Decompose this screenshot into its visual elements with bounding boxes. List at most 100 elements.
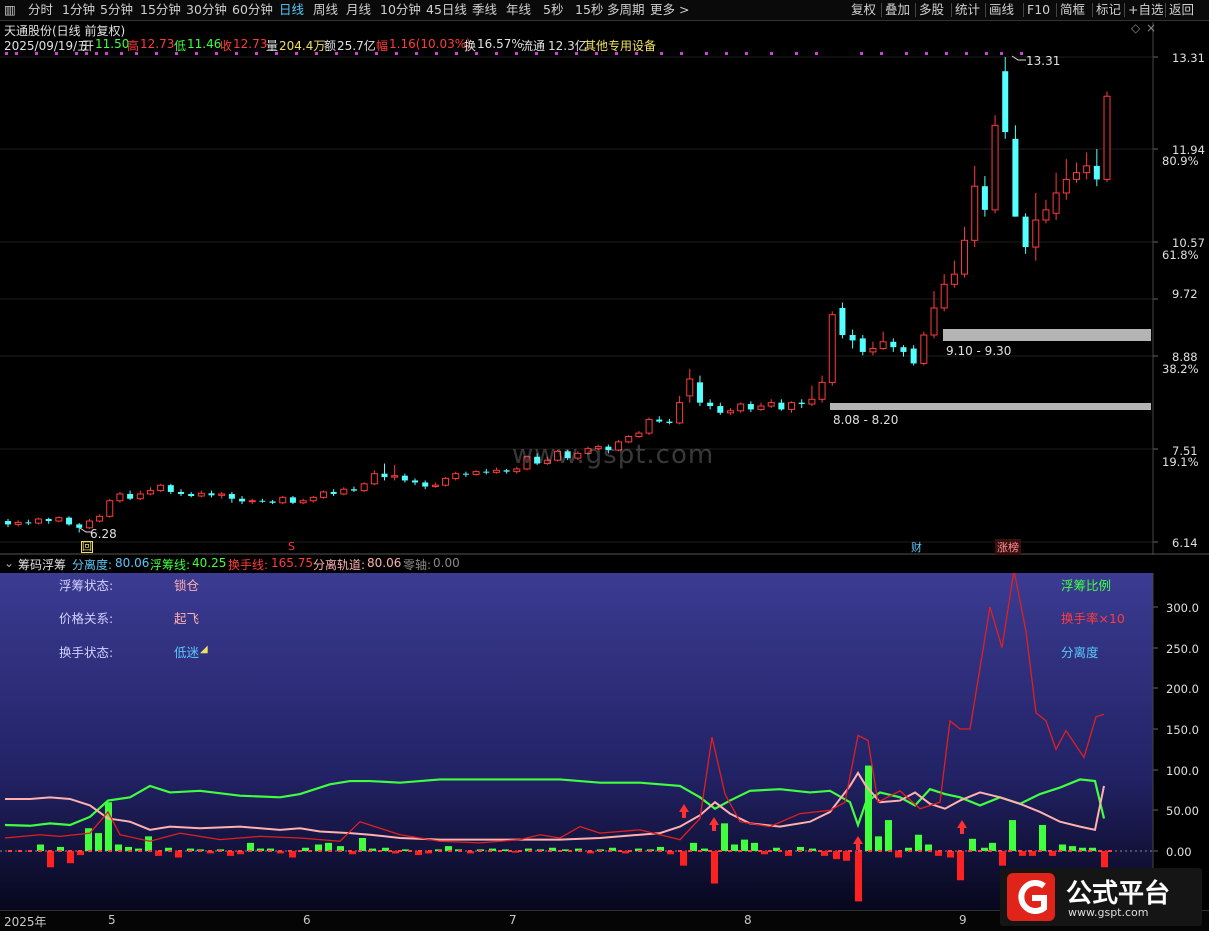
- candle-body-up: [472, 471, 480, 475]
- candle-body-up: [930, 307, 938, 336]
- bar-red: [711, 851, 718, 884]
- candle-body-down: [228, 493, 235, 499]
- candle-body-down: [381, 473, 388, 478]
- tool-button-7[interactable]: 标记: [1096, 0, 1121, 20]
- bar-red: [957, 851, 964, 881]
- toolbar-separator: [881, 3, 882, 17]
- change-label: 幅: [376, 39, 389, 53]
- period-tab-2[interactable]: 5分钟: [100, 0, 133, 20]
- zero-tick: [288, 850, 292, 852]
- candle-body-down: [839, 307, 846, 336]
- tool-button-4[interactable]: 画线: [989, 0, 1014, 20]
- open-value: 11.50: [95, 37, 130, 51]
- watermark-text: www.gspt.com: [512, 440, 715, 470]
- zero-tick: [548, 850, 552, 852]
- period-tab-9[interactable]: 10分钟: [380, 0, 421, 20]
- candle-body-down: [239, 498, 246, 502]
- zero-tick: [708, 850, 712, 852]
- low-value: 11.46: [187, 37, 222, 51]
- candle-body-up: [940, 283, 948, 309]
- zero-tick: [158, 850, 162, 852]
- candle-body-up: [299, 500, 307, 504]
- tool-button-6[interactable]: 简框: [1060, 0, 1085, 20]
- candle-body-down: [696, 382, 703, 403]
- zero-tick: [698, 850, 702, 852]
- zero-tick: [128, 850, 132, 852]
- period-tab-5[interactable]: 60分钟: [232, 0, 273, 20]
- candle-body-down: [330, 491, 337, 494]
- candle-body-up: [961, 239, 969, 275]
- period-tab-10[interactable]: 45日线: [426, 0, 467, 20]
- legend-fuchou: 浮筹比例: [1061, 578, 1112, 593]
- tag-hui[interactable]: 回: [81, 541, 93, 553]
- diamond-icon[interactable]: ◇: [1131, 21, 1140, 35]
- zero-tick: [38, 850, 42, 852]
- tool-button-0[interactable]: 复权: [851, 0, 876, 20]
- period-tab-16[interactable]: 更多 >: [650, 0, 689, 20]
- candle-body-down: [177, 491, 184, 494]
- candle-body-down: [778, 402, 785, 410]
- period-toolbar: ▥ 分时 1分钟 5分钟 15分钟 30分钟 60分钟 日线 周线 月线 10分钟 45日线 季线 年线…: [0, 0, 1209, 21]
- candle-body-up: [218, 493, 226, 496]
- indicator-name[interactable]: 筹码浮筹: [18, 556, 66, 573]
- candle-body-down: [66, 517, 73, 525]
- candle-body-down: [483, 471, 490, 473]
- amount-value: 25.7亿: [337, 39, 376, 53]
- bar-red: [1101, 851, 1108, 868]
- fenli-label: 分离度:: [72, 558, 113, 572]
- period-tab-13[interactable]: 5秒: [543, 0, 563, 20]
- bar-green: [359, 837, 366, 851]
- zero-tick: [238, 850, 242, 852]
- tool-button-9[interactable]: 返回: [1169, 0, 1194, 20]
- candle-body-up: [991, 124, 999, 211]
- period-tab-3[interactable]: 15分钟: [140, 0, 181, 20]
- tool-button-2[interactable]: 多股: [919, 0, 944, 20]
- candle-body-up: [920, 334, 928, 364]
- support-zone-1: [943, 329, 1151, 341]
- status-label-1: 浮筹状态:: [59, 578, 114, 593]
- tag-cai[interactable]: 财: [911, 539, 922, 555]
- tag-s[interactable]: S: [288, 540, 295, 553]
- candle-body-up: [452, 473, 460, 479]
- zero-tick: [168, 850, 172, 852]
- tool-button-1[interactable]: 叠加: [885, 0, 910, 20]
- period-tab-15[interactable]: 多周期: [607, 0, 645, 20]
- zero-tick: [898, 850, 902, 852]
- tag-zhangbang[interactable]: 涨榜: [995, 539, 1021, 555]
- indicator-menu-icon[interactable]: ⌄: [4, 556, 14, 570]
- bar-red: [622, 851, 629, 854]
- close-icon[interactable]: ×: [1146, 21, 1156, 35]
- period-tab-14[interactable]: 15秒: [575, 0, 603, 20]
- candle-body-down: [910, 348, 917, 364]
- period-tab-1[interactable]: 1分钟: [62, 0, 95, 20]
- period-tab-8[interactable]: 月线: [346, 0, 371, 20]
- period-tab-7[interactable]: 周线: [313, 0, 338, 20]
- period-tab-11[interactable]: 季线: [472, 0, 497, 20]
- zero-tick: [488, 850, 492, 852]
- volume-value: 204.4万: [279, 39, 326, 53]
- status-value-2: 起飞: [174, 611, 200, 626]
- indicator-header: ⌄ 筹码浮筹 分离度: 80.06 浮筹线: 40.25 换手线: 165.75…: [0, 555, 1209, 573]
- bar-green: [751, 842, 758, 851]
- sector-label[interactable]: 其他专用设备: [584, 37, 656, 54]
- period-tab-0[interactable]: 分时: [28, 0, 53, 20]
- tool-button-8[interactable]: +自选: [1128, 0, 1163, 20]
- zero-tick: [298, 850, 302, 852]
- candle-body-up: [818, 381, 826, 400]
- window-menu-icon[interactable]: ▥: [4, 0, 16, 20]
- zero-tick: [58, 850, 62, 852]
- zero-tick: [78, 850, 82, 852]
- zero-label: 零轴:: [403, 558, 432, 572]
- period-tab-12[interactable]: 年线: [506, 0, 531, 20]
- candle-body-up: [391, 475, 399, 478]
- bar-green: [885, 820, 892, 851]
- period-tab-6[interactable]: 日线: [279, 0, 304, 20]
- zero-tick: [1108, 850, 1112, 852]
- zero-tick: [638, 850, 642, 852]
- zero-tick: [328, 850, 332, 852]
- zero-tick: [528, 850, 532, 852]
- period-tab-4[interactable]: 30分钟: [186, 0, 227, 20]
- zero-tick: [268, 850, 272, 852]
- tool-button-5[interactable]: F10: [1027, 0, 1050, 20]
- tool-button-3[interactable]: 统计: [955, 0, 980, 20]
